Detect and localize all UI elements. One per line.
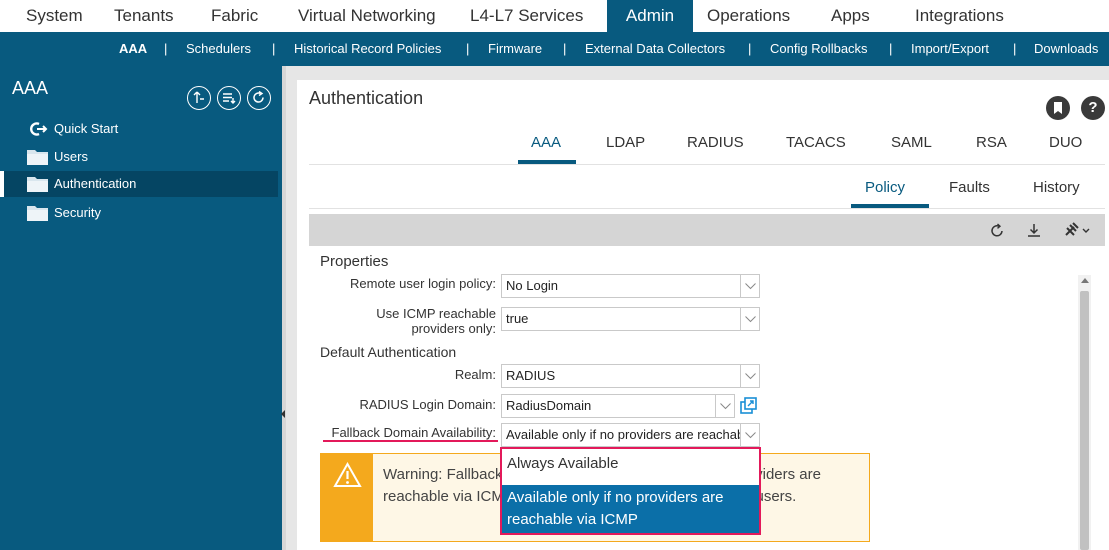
highlight-underline (323, 440, 498, 442)
subtab-history[interactable]: History (1033, 179, 1080, 196)
sidebar-item-authentication[interactable]: Authentication (0, 171, 278, 197)
sidebar-item-label: Security (54, 205, 101, 220)
sub-nav-historical-record-policies[interactable]: Historical Record Policies (294, 32, 441, 66)
sidebar-item-label: Users (54, 149, 88, 164)
fallback-dropdown-list: Always Available Available only if no pr… (500, 447, 761, 535)
sub-nav-separator: | (889, 41, 893, 56)
top-nav-integrations[interactable]: Integrations (915, 0, 1004, 32)
sub-nav-separator: | (272, 41, 276, 56)
icmp-label-line1: Use ICMP reachable (376, 306, 496, 321)
icmp-value: true (506, 311, 529, 326)
tab-rsa[interactable]: RSA (976, 134, 1007, 151)
help-icon[interactable]: ? (1081, 96, 1105, 120)
sub-nav-separator: | (466, 41, 470, 56)
sidebar-item-label: Authentication (54, 176, 137, 191)
sub-nav-config-rollbacks[interactable]: Config Rollbacks (770, 32, 868, 66)
sub-nav-schedulers[interactable]: Schedulers (186, 32, 251, 66)
warning-icon (333, 462, 362, 487)
sidebar-item-security[interactable]: Security (0, 200, 278, 226)
quick-start-icon (30, 122, 48, 136)
subtab-policy[interactable]: Policy (865, 179, 905, 196)
scroll-up-arrow-icon[interactable] (1081, 278, 1089, 283)
sidebar: AAA Quick Start Users Authentication Sec… (0, 66, 282, 550)
top-nav-system[interactable]: System (26, 0, 83, 32)
chevron-down-icon (740, 308, 759, 330)
subtab-faults[interactable]: Faults (949, 179, 990, 196)
tab-aaa[interactable]: AAA (531, 134, 561, 151)
refresh-icon[interactable] (990, 222, 1005, 238)
radius-domain-value: RadiusDomain (506, 398, 592, 413)
chevron-down-icon (715, 395, 734, 417)
subtabs-divider (309, 208, 1105, 209)
sidebar-active-indicator (0, 171, 4, 197)
tab-tacacs[interactable]: TACACS (786, 134, 846, 151)
top-nav-tenants[interactable]: Tenants (114, 0, 174, 32)
scrollbar-thumb[interactable] (1080, 291, 1089, 550)
top-nav-fabric[interactable]: Fabric (211, 0, 258, 32)
radius-domain-select[interactable]: RadiusDomain (501, 394, 735, 418)
sub-nav-separator: | (1013, 41, 1017, 56)
tab-ldap[interactable]: LDAP (606, 134, 645, 151)
chevron-down-icon (740, 275, 759, 297)
remote-login-label: Remote user login policy: (350, 276, 496, 291)
top-nav-l4-l7-services[interactable]: L4-L7 Services (470, 0, 583, 32)
tab-duo[interactable]: DUO (1049, 134, 1082, 151)
chevron-down-icon (740, 424, 759, 446)
sub-nav-import-export[interactable]: Import/Export (911, 32, 989, 66)
top-nav-virtual-networking[interactable]: Virtual Networking (298, 0, 436, 32)
folder-icon (27, 177, 48, 192)
dropdown-option-always-available[interactable]: Always Available (502, 453, 759, 479)
tabs-divider (309, 164, 1105, 165)
sidebar-title: AAA (12, 78, 49, 98)
collapse-arrow-icon[interactable] (281, 410, 285, 418)
warning-sidebar (321, 454, 373, 541)
folder-icon (27, 150, 48, 165)
properties-heading: Properties (320, 253, 389, 270)
folder-icon (27, 206, 48, 221)
radius-domain-label: RADIUS Login Domain: (359, 397, 496, 412)
sub-nav-external-data-collectors[interactable]: External Data Collectors (585, 32, 725, 66)
chevron-down-icon (740, 365, 759, 387)
sidebar-list-icon[interactable] (217, 86, 241, 110)
download-icon[interactable] (1027, 222, 1041, 238)
default-auth-heading: Default Authentication (320, 344, 457, 360)
tools-icon[interactable] (1064, 222, 1092, 238)
remote-login-select[interactable]: No Login (501, 274, 760, 298)
remote-login-value: No Login (506, 278, 559, 293)
sub-nav-firmware[interactable]: Firmware (488, 32, 542, 66)
sub-nav-downloads[interactable]: Downloads (1034, 32, 1098, 66)
realm-label: Realm: (454, 367, 496, 382)
bookmark-icon[interactable] (1046, 96, 1070, 120)
tab-saml[interactable]: SAML (891, 134, 932, 151)
sidebar-refresh-icon[interactable] (247, 86, 271, 110)
fallback-label: Fallback Domain Availability: (331, 425, 497, 440)
top-nav: System Tenants Fabric Virtual Networking… (0, 0, 1109, 32)
sub-nav-separator: | (748, 41, 752, 56)
sidebar-item-quick-start[interactable]: Quick Start (0, 116, 278, 142)
fallback-select[interactable]: Available only if no providers are reach… (501, 423, 760, 447)
top-nav-operations[interactable]: Operations (707, 0, 790, 32)
toolbar (309, 214, 1105, 246)
realm-value: RADIUS (506, 368, 556, 383)
dropdown-option-available-if-no-providers[interactable]: Available only if no providers are reach… (502, 485, 759, 533)
icmp-select[interactable]: true (501, 307, 760, 331)
sidebar-item-users[interactable]: Users (0, 144, 278, 170)
page-title: Authentication (309, 88, 424, 108)
sub-nav-separator: | (164, 41, 168, 56)
realm-select[interactable]: RADIUS (501, 364, 760, 388)
sub-nav-separator: | (563, 41, 567, 56)
open-external-icon[interactable] (740, 397, 757, 414)
icmp-label-line2: providers only: (411, 321, 496, 336)
sidebar-add-icon[interactable] (187, 86, 211, 110)
sub-nav-aaa[interactable]: AAA (119, 32, 147, 66)
sidebar-item-label: Quick Start (54, 121, 119, 136)
top-nav-apps[interactable]: Apps (831, 0, 870, 32)
tab-radius[interactable]: RADIUS (687, 134, 744, 151)
fallback-value: Available only if no providers are reach… (506, 427, 759, 442)
sub-nav: AAA | Schedulers | Historical Record Pol… (0, 32, 1109, 66)
top-nav-admin[interactable]: Admin (607, 0, 693, 32)
